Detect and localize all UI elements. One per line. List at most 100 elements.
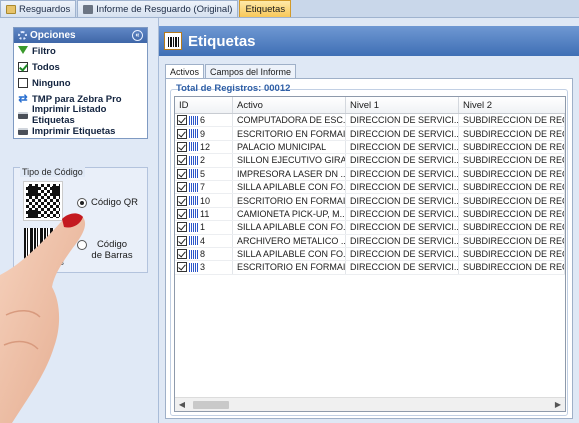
row-checkbox[interactable] bbox=[177, 235, 187, 246]
barcode-icon bbox=[189, 169, 198, 179]
row-checkbox[interactable] bbox=[177, 222, 187, 233]
barcode-icon bbox=[164, 32, 182, 50]
column-header-nivel-2[interactable]: Nivel 2 bbox=[459, 97, 565, 113]
pointing-hand-image bbox=[0, 213, 86, 423]
option-todos[interactable]: Todos bbox=[14, 59, 147, 75]
cell-nivel-1: DIRECCION DE SERVICI... bbox=[346, 261, 459, 274]
cell-activo: ARCHIVERO METALICO ... bbox=[233, 234, 346, 247]
cell-id: 12 bbox=[175, 140, 233, 154]
option-filtro[interactable]: Filtro bbox=[14, 43, 147, 59]
opciones-panel: Opciones « Filtro Todos Ninguno ⇄ TMP pa… bbox=[13, 27, 148, 139]
cell-id: 1 bbox=[175, 221, 233, 234]
row-id: 9 bbox=[200, 128, 206, 139]
cell-nivel-2: SUBDIRECCION DE REC... bbox=[459, 207, 565, 221]
column-header-activo[interactable]: Activo bbox=[233, 97, 346, 113]
filter-icon bbox=[18, 46, 28, 54]
horizontal-scrollbar[interactable]: ◀ ▶ bbox=[175, 397, 565, 411]
row-checkbox[interactable] bbox=[177, 182, 187, 193]
table-row[interactable]: 4 ARCHIVERO METALICO ... DIRECCION DE SERV… bbox=[175, 234, 565, 248]
cell-activo: ESCRITORIO EN FORMAI... bbox=[233, 261, 346, 274]
cell-activo: SILLA APILABLE CON FO... bbox=[233, 221, 346, 234]
cell-nivel-1: DIRECCION DE SERVICI... bbox=[346, 114, 459, 127]
row-id: 12 bbox=[200, 141, 211, 152]
document-tab-bar: Resguardos Informe de Resguardo (Origina… bbox=[0, 0, 579, 100]
row-checkbox[interactable] bbox=[177, 115, 187, 126]
cell-id: 7 bbox=[175, 180, 233, 194]
table-row[interactable]: 8 SILLA APILABLE CON FO... DIRECCION DE SE… bbox=[175, 247, 565, 262]
cell-activo: SILLON EJECUTIVO GIRA... bbox=[233, 154, 346, 167]
barcode-icon bbox=[189, 129, 198, 139]
table-row[interactable]: 12 PALACIO MUNICIPAL DIRECCION DE SERVICI.… bbox=[175, 140, 565, 155]
tab-activos[interactable]: Activos bbox=[165, 64, 205, 78]
barcode-icon bbox=[189, 209, 198, 219]
scroll-right-icon[interactable]: ▶ bbox=[551, 398, 565, 412]
cell-activo: IMPRESORA LASER DN ... bbox=[233, 167, 346, 180]
row-checkbox[interactable] bbox=[177, 208, 187, 219]
scroll-thumb[interactable] bbox=[193, 400, 229, 409]
column-header-nivel-1[interactable]: Nivel 1 bbox=[346, 97, 459, 113]
row-checkbox[interactable] bbox=[177, 128, 187, 139]
cell-nivel-2: SUBDIRECCION DE REC... bbox=[459, 140, 565, 154]
gear-icon bbox=[18, 31, 27, 40]
main-header: Etiquetas bbox=[159, 26, 579, 56]
table-row[interactable]: 2 SILLON EJECUTIVO GIRA... DIRECCION DE SE… bbox=[175, 154, 565, 168]
scroll-left-icon[interactable]: ◀ bbox=[175, 398, 189, 412]
barcode-icon bbox=[189, 155, 198, 165]
doc-tab-resguardos[interactable]: Resguardos bbox=[0, 0, 77, 17]
cell-nivel-2: SUBDIRECCION DE REC... bbox=[459, 261, 565, 274]
table-row[interactable]: 3 ESCRITORIO EN FORMAI... DIRECCION DE SER… bbox=[175, 261, 565, 275]
barcode-icon bbox=[189, 142, 198, 152]
doc-tab-informe-resguardo[interactable]: Informe de Resguardo (Original) bbox=[77, 0, 239, 17]
option-label: Imprimir Listado Etiquetas bbox=[32, 104, 107, 126]
row-id: 4 bbox=[200, 235, 206, 246]
option-ninguno[interactable]: Ninguno bbox=[14, 75, 147, 91]
cell-id: 10 bbox=[175, 194, 233, 207]
cell-activo: SILLA APILABLE CON FO... bbox=[233, 247, 346, 261]
row-checkbox[interactable] bbox=[177, 141, 187, 152]
barcode-icon bbox=[189, 196, 198, 206]
table-row[interactable]: 10 ESCRITORIO EN FORMAI... DIRECCION DE SE… bbox=[175, 194, 565, 208]
option-label: Imprimir Etiquetas bbox=[32, 125, 116, 137]
tab-campos-informe[interactable]: Campos del Informe bbox=[205, 64, 297, 78]
cell-nivel-1: DIRECCION DE SERVICI... bbox=[346, 221, 459, 234]
total-registros-label: Total de Registros: 00012 bbox=[176, 83, 291, 94]
row-checkbox[interactable] bbox=[177, 249, 187, 260]
cell-nivel-1: DIRECCION DE SERVICI... bbox=[346, 154, 459, 167]
folder-icon bbox=[6, 4, 16, 14]
row-checkbox[interactable] bbox=[177, 155, 187, 166]
cell-activo: COMPUTADORA DE ESC... bbox=[233, 114, 346, 127]
table-row[interactable]: 11 CAMIONETA PICK-UP, M... DIRECCION DE SE… bbox=[175, 207, 565, 222]
table-row[interactable]: 5 IMPRESORA LASER DN ... DIRECCION DE SERV… bbox=[175, 167, 565, 181]
barcode-icon bbox=[189, 115, 198, 125]
cell-nivel-1: DIRECCION DE SERVICI... bbox=[346, 140, 459, 154]
cell-id: 2 bbox=[175, 154, 233, 167]
row-checkbox[interactable] bbox=[177, 262, 187, 273]
table-row[interactable]: 1 SILLA APILABLE CON FO... DIRECCION DE SE… bbox=[175, 221, 565, 235]
barcode-icon bbox=[189, 249, 198, 259]
table-row[interactable]: 6 COMPUTADORA DE ESC... DIRECCION DE SERVI… bbox=[175, 114, 565, 128]
table-row[interactable]: 7 SILLA APILABLE CON FO... DIRECCION DE SE… bbox=[175, 180, 565, 195]
checkbox-empty-icon bbox=[18, 78, 28, 88]
cell-activo: ESCRITORIO EN FORMAI... bbox=[233, 127, 346, 140]
barcode-icon bbox=[189, 262, 198, 272]
opciones-title: Opciones bbox=[30, 30, 76, 41]
tab-content: Total de Registros: 00012 ID Activo Nive… bbox=[165, 78, 573, 419]
row-checkbox[interactable] bbox=[177, 195, 187, 206]
option-label: Ninguno bbox=[32, 77, 71, 89]
cell-nivel-2: SUBDIRECCION DE REC... bbox=[459, 154, 565, 167]
doc-tab-etiquetas[interactable]: Etiquetas bbox=[10, 0, 292, 100]
table-row[interactable]: 9 ESCRITORIO EN FORMAI... DIRECCION DE SER… bbox=[175, 127, 565, 141]
column-header-id[interactable]: ID bbox=[175, 97, 233, 113]
option-imprimir-listado[interactable]: Imprimir Listado Etiquetas bbox=[14, 104, 147, 126]
barcode-icon bbox=[189, 236, 198, 246]
collapse-icon[interactable]: « bbox=[132, 30, 143, 41]
row-checkbox[interactable] bbox=[177, 168, 187, 179]
cell-activo: SILLA APILABLE CON FO... bbox=[233, 180, 346, 194]
cell-nivel-1: DIRECCION DE SERVICI... bbox=[346, 247, 459, 261]
cell-activo: CAMIONETA PICK-UP, M... bbox=[233, 207, 346, 221]
row-id: 2 bbox=[200, 155, 206, 166]
cell-id: 8 bbox=[175, 247, 233, 261]
cell-nivel-2: SUBDIRECCION DE REC... bbox=[459, 114, 565, 127]
scroll-track[interactable] bbox=[189, 400, 551, 410]
cell-activo: PALACIO MUNICIPAL bbox=[233, 140, 346, 154]
